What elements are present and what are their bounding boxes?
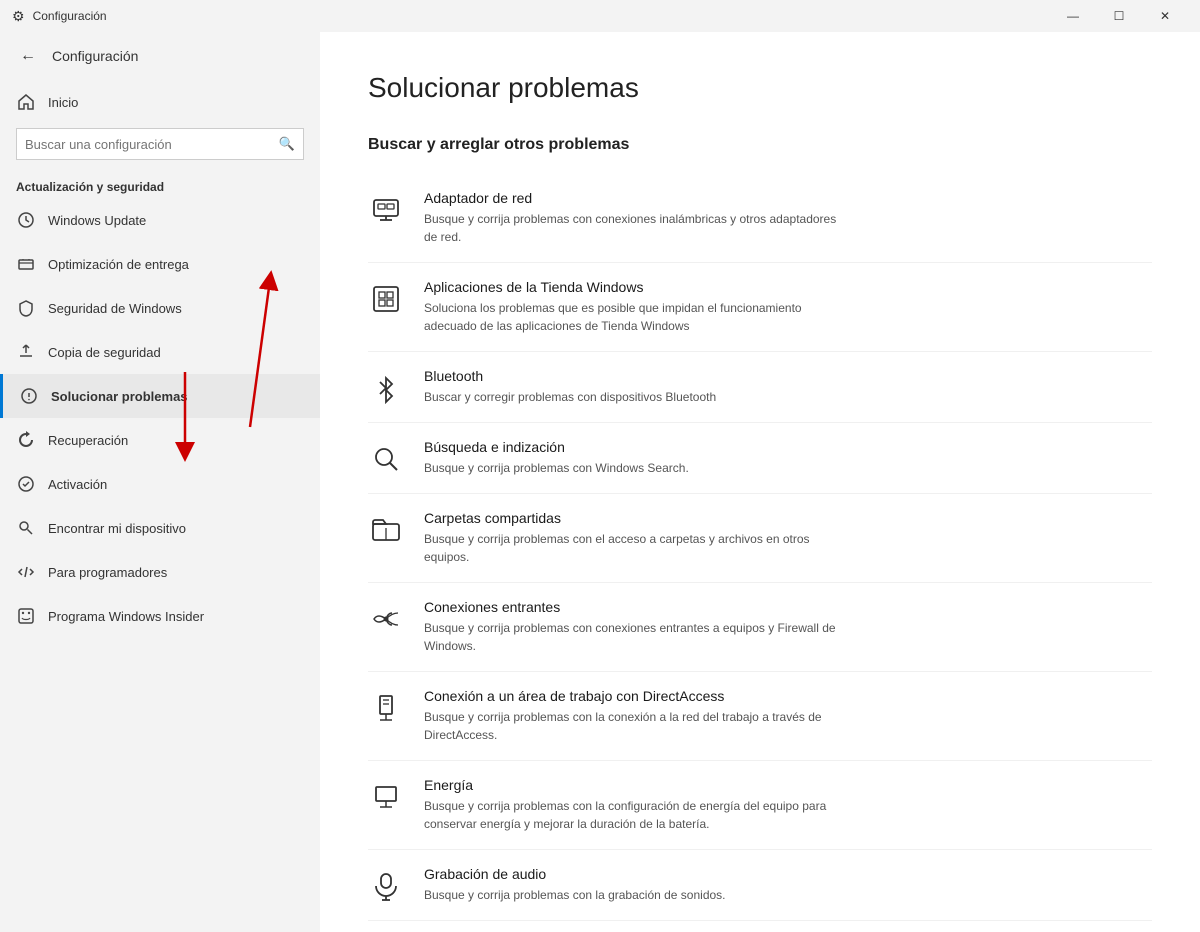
trouble-name: Conexiones entrantes [424, 599, 844, 615]
trouble-desc: Busque y corrija problemas con Windows S… [424, 459, 689, 477]
section-title: Buscar y arreglar otros problemas [368, 136, 1152, 154]
sidebar-item-windows-update[interactable]: Windows Update [0, 198, 320, 242]
titlebar: ⚙ Configuración — ☐ ✕ [0, 0, 1200, 32]
sidebar-item-label: Optimización de entrega [48, 257, 189, 272]
trouble-desc: Buscar y corregir problemas con disposit… [424, 388, 716, 406]
trouble-desc: Busque y corrija problemas con la config… [424, 797, 844, 833]
sidebar-item-seguridad[interactable]: Seguridad de Windows [0, 286, 320, 330]
trouble-text-bluetooth: Bluetooth Buscar y corregir problemas co… [424, 368, 716, 406]
trouble-item-energia[interactable]: Energía Busque y corrija problemas con l… [368, 761, 1152, 850]
troubleshoot-icon [19, 386, 39, 406]
store-icon [368, 281, 404, 317]
update-icon [16, 210, 36, 230]
trouble-item-carpetas[interactable]: Carpetas compartidas Busque y corrija pr… [368, 494, 1152, 583]
sidebar-item-solucionar[interactable]: Solucionar problemas [0, 374, 320, 418]
trouble-item-directaccess[interactable]: Conexión a un área de trabajo con Direct… [368, 672, 1152, 761]
sidebar-item-copia[interactable]: Copia de seguridad [0, 330, 320, 374]
directaccess-icon [368, 690, 404, 726]
sidebar: ← Configuración Inicio 🔍 Actualización y… [0, 32, 320, 932]
app-body: ← Configuración Inicio 🔍 Actualización y… [0, 32, 1200, 932]
folder-shared-icon [368, 512, 404, 548]
search-submit-button[interactable]: 🔍 [279, 136, 295, 152]
sidebar-app-title: Configuración [52, 48, 138, 64]
trouble-desc: Busque y corrija problemas con la conexi… [424, 708, 844, 744]
trouble-name: Grabación de audio [424, 866, 726, 882]
home-icon [16, 92, 36, 112]
search-circle-icon [368, 441, 404, 477]
search-box: 🔍 [16, 128, 304, 160]
sidebar-topbar: ← Configuración [0, 32, 320, 80]
trouble-text-grabacion: Grabación de audio Busque y corrija prob… [424, 866, 726, 904]
trouble-text-energia: Energía Busque y corrija problemas con l… [424, 777, 844, 833]
trouble-text-conexiones: Conexiones entrantes Busque y corrija pr… [424, 599, 844, 655]
trouble-item-busqueda[interactable]: Búsqueda e indización Busque y corrija p… [368, 423, 1152, 494]
main-content: Solucionar problemas Buscar y arreglar o… [320, 32, 1200, 932]
search-input[interactable] [25, 137, 279, 152]
incoming-icon [368, 601, 404, 637]
power-icon [368, 779, 404, 815]
recovery-icon [16, 430, 36, 450]
sidebar-item-optimizacion[interactable]: Optimización de entrega [0, 242, 320, 286]
trouble-name: Energía [424, 777, 844, 793]
trouble-text-busqueda: Búsqueda e indización Busque y corrija p… [424, 439, 689, 477]
maximize-button[interactable]: ☐ [1096, 0, 1142, 32]
find-icon [16, 518, 36, 538]
trouble-item-adaptador-red[interactable]: Adaptador de red Busque y corrija proble… [368, 174, 1152, 263]
network-icon [368, 192, 404, 228]
minimize-button[interactable]: — [1050, 0, 1096, 32]
sidebar-item-insider[interactable]: Programa Windows Insider [0, 594, 320, 638]
delivery-icon [16, 254, 36, 274]
shield-icon [16, 298, 36, 318]
trouble-name: Conexión a un área de trabajo con Direct… [424, 688, 844, 704]
trouble-text-adaptador-red: Adaptador de red Busque y corrija proble… [424, 190, 844, 246]
app-icon: ⚙ [12, 8, 25, 25]
window-controls: — ☐ ✕ [1050, 0, 1188, 32]
sidebar-item-label: Programa Windows Insider [48, 609, 204, 624]
sidebar-item-encontrar[interactable]: Encontrar mi dispositivo [0, 506, 320, 550]
sidebar-item-label: Solucionar problemas [51, 389, 188, 404]
trouble-item-video[interactable]: Reproducción de vídeo Encontrar y soluci… [368, 921, 1152, 932]
sidebar-item-label: Activación [48, 477, 107, 492]
titlebar-title: Configuración [33, 9, 1050, 23]
sidebar-section-title: Actualización y seguridad [0, 172, 320, 198]
activation-icon [16, 474, 36, 494]
trouble-name: Adaptador de red [424, 190, 844, 206]
trouble-desc: Soluciona los problemas que es posible q… [424, 299, 844, 335]
sidebar-item-label: Recuperación [48, 433, 128, 448]
sidebar-item-recuperacion[interactable]: Recuperación [0, 418, 320, 462]
trouble-text-carpetas: Carpetas compartidas Busque y corrija pr… [424, 510, 844, 566]
trouble-text-directaccess: Conexión a un área de trabajo con Direct… [424, 688, 844, 744]
trouble-desc: Busque y corrija problemas con conexione… [424, 210, 844, 246]
sidebar-item-activacion[interactable]: Activación [0, 462, 320, 506]
trouble-name: Carpetas compartidas [424, 510, 844, 526]
sidebar-item-label: Seguridad de Windows [48, 301, 182, 316]
trouble-item-tienda[interactable]: Aplicaciones de la Tienda Windows Soluci… [368, 263, 1152, 352]
dev-icon [16, 562, 36, 582]
sidebar-item-label: Windows Update [48, 213, 146, 228]
sidebar-item-label: Encontrar mi dispositivo [48, 521, 186, 536]
sidebar-item-label: Para programadores [48, 565, 167, 580]
trouble-name: Búsqueda e indización [424, 439, 689, 455]
close-button[interactable]: ✕ [1142, 0, 1188, 32]
trouble-name: Bluetooth [424, 368, 716, 384]
trouble-desc: Busque y corrija problemas con el acceso… [424, 530, 844, 566]
trouble-item-conexiones[interactable]: Conexiones entrantes Busque y corrija pr… [368, 583, 1152, 672]
trouble-text-tienda: Aplicaciones de la Tienda Windows Soluci… [424, 279, 844, 335]
sidebar-item-inicio[interactable]: Inicio [0, 80, 320, 124]
sidebar-item-label: Copia de seguridad [48, 345, 161, 360]
trouble-item-bluetooth[interactable]: Bluetooth Buscar y corregir problemas co… [368, 352, 1152, 423]
trouble-item-grabacion[interactable]: Grabación de audio Busque y corrija prob… [368, 850, 1152, 921]
back-button[interactable]: ← [16, 43, 40, 69]
mic-icon [368, 868, 404, 904]
insider-icon [16, 606, 36, 626]
sidebar-item-programadores[interactable]: Para programadores [0, 550, 320, 594]
page-title: Solucionar problemas [368, 72, 1152, 104]
backup-icon [16, 342, 36, 362]
sidebar-item-label: Inicio [48, 95, 78, 110]
trouble-name: Aplicaciones de la Tienda Windows [424, 279, 844, 295]
bluetooth-icon [368, 370, 404, 406]
trouble-desc: Busque y corrija problemas con la grabac… [424, 886, 726, 904]
trouble-desc: Busque y corrija problemas con conexione… [424, 619, 844, 655]
